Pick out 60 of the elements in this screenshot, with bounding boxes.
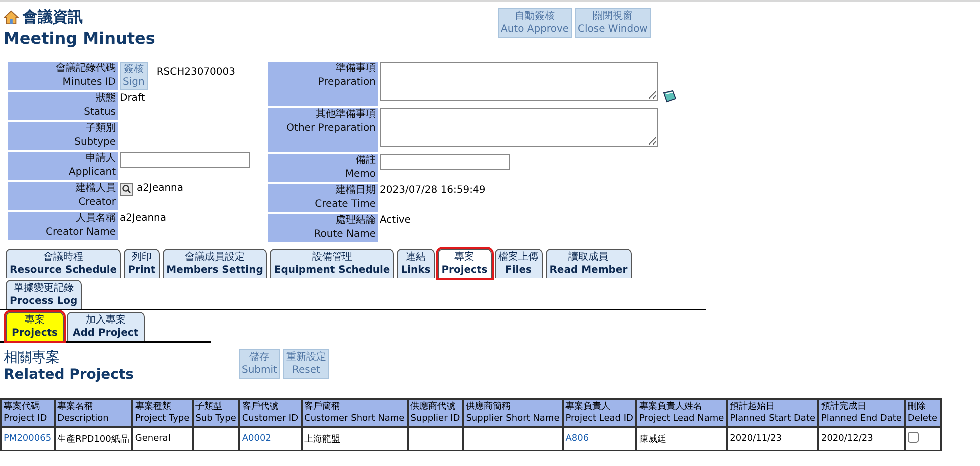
tab[interactable]: 加入專案 Add Project (67, 312, 145, 341)
field-value: RSCH23070003 (156, 66, 236, 78)
field-label: 備註 Memo (268, 154, 378, 182)
field-value: Draft (120, 92, 146, 104)
column-header: 專案代碼 Project ID (1, 399, 55, 427)
tab[interactable]: 會議時程 Resource Schedule (6, 249, 122, 278)
table-cell: 生產RPD100紙品 (58, 434, 130, 444)
tab[interactable]: 檔案上傳 Files (494, 249, 543, 278)
field-label: 狀態 Status (8, 92, 118, 120)
field-label: 人員名稱 Creator Name (8, 212, 118, 240)
tab[interactable]: 列印 Print (124, 249, 160, 278)
field-label: 建檔人員 Creator (8, 182, 118, 210)
table-cell: General (135, 434, 171, 444)
table-link[interactable]: A806 (566, 434, 590, 444)
field-value: 2023/07/28 16:59:49 (380, 184, 486, 196)
page-title: Meeting Minutes (4, 29, 156, 48)
column-header: 子類型 Sub Type (192, 399, 240, 427)
field-label: 建檔日期 Create Time (268, 184, 378, 212)
column-header: 供應商簡稱 Supplier Short Name (463, 399, 563, 427)
search-icon[interactable] (120, 183, 133, 196)
home-icon (4, 10, 19, 25)
tab[interactable]: 單據變更記錄 Process Log (6, 280, 82, 309)
tab[interactable]: 設備管理 Equipment Schedule (270, 249, 394, 278)
page-title: 會議資訊 (23, 8, 83, 27)
section-title: 相關專案 (4, 349, 61, 367)
column-header: 專案負責人 Project Lead ID (562, 399, 636, 427)
column-header: 刪除 Delete (904, 399, 940, 427)
field-value: Active (380, 214, 411, 226)
tab[interactable]: 專案 Projects (438, 249, 492, 278)
table-cell: 上海龍盟 (304, 434, 341, 444)
column-header: 專案負責人姓名 Project Lead Name (636, 399, 728, 427)
field-label: 會議記錄代碼 Minutes ID (8, 62, 118, 90)
section-title: Related Projects (4, 367, 136, 383)
column-header: 專案名稱 Description (54, 399, 132, 427)
tab[interactable]: 讀取成員 Read Member (546, 249, 632, 278)
table-cell: 2020/12/23 (821, 434, 874, 444)
table-cell: 2020/11/23 (730, 434, 782, 444)
field-label: 申請人 Applicant (8, 152, 118, 180)
tab[interactable]: 專案 Projects (6, 312, 64, 341)
tab[interactable]: 會議成員設定 Members Setting (162, 249, 268, 278)
column-header: 專案種類 Project Type (132, 399, 193, 427)
input-field[interactable] (120, 152, 250, 168)
text-area[interactable] (380, 108, 658, 147)
field-label: 子類別 Subtype (8, 122, 118, 150)
notebook-icon[interactable] (662, 90, 677, 103)
delete-checkbox[interactable] (908, 432, 919, 443)
column-header: 客戶簡稱 Customer Short Name (302, 399, 408, 427)
column-header: 預計起始日 Planned Start Date (727, 399, 818, 427)
field-label: 其他準備事項 Other Preparation (268, 108, 378, 152)
field-value: a2Jeanna (120, 212, 167, 224)
table-cell: 陳威廷 (639, 434, 666, 444)
field-value: a2Jeanna (137, 182, 184, 194)
field-label: 處理結論 Route Name (268, 214, 378, 242)
column-header: 預計完成日 Planned End Date (818, 399, 905, 427)
column-header: 供應商代號 Supplier ID (408, 399, 464, 427)
column-header: 客戶代號 Customer ID (239, 399, 302, 427)
table-link[interactable]: A0002 (242, 434, 272, 444)
input-field[interactable] (380, 154, 510, 170)
tab[interactable]: 連結 Links (397, 249, 435, 278)
field-label: 準備事項 Preparation (268, 62, 378, 106)
